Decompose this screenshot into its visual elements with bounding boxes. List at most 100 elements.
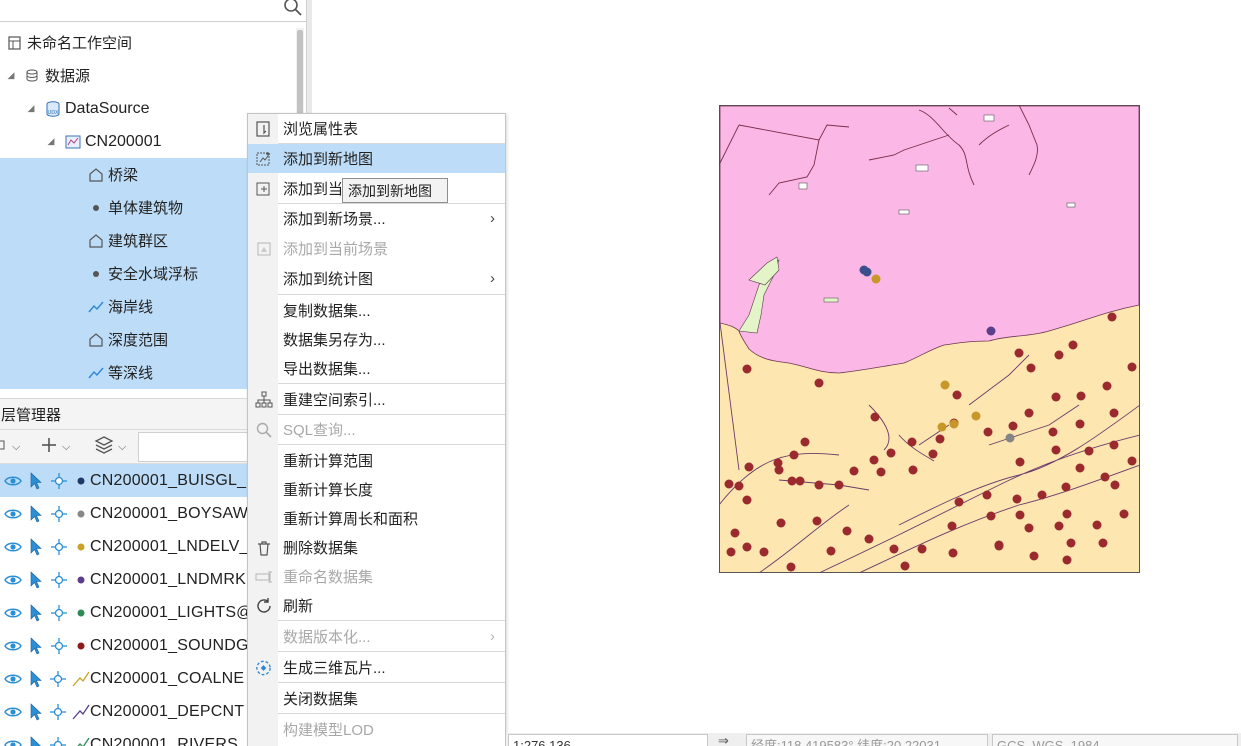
snap-target-icon[interactable] (50, 637, 68, 655)
sounding-point (982, 490, 992, 500)
chevron-right-icon: › (490, 270, 495, 287)
tree-node-dataset[interactable]: 等深线 (0, 356, 248, 389)
menu-item[interactable]: 添加到新场景... › (248, 204, 505, 233)
tree-node-dataset[interactable]: 安全水域浮标 (0, 257, 248, 290)
tree-node-dataset[interactable]: 单体建筑物 (0, 191, 248, 224)
trash-icon (254, 538, 273, 557)
sounding-point (776, 518, 786, 528)
menu-separator (278, 143, 505, 144)
tree-node-dataset[interactable]: 深度范围 (0, 323, 248, 356)
layer-row[interactable]: CN200001_BUISGL_P (0, 464, 248, 497)
menu-item-label: 复制数据集... (283, 303, 371, 320)
sounding-point (947, 521, 957, 531)
snap-target-icon[interactable] (50, 571, 68, 589)
eye-visibility-icon[interactable] (4, 670, 22, 688)
sounding-point (1066, 538, 1076, 548)
sounding-point (773, 458, 783, 468)
selectable-cursor-icon[interactable] (27, 504, 45, 523)
menu-item-label: 添加到新场景... (283, 211, 386, 228)
sounding-point (1012, 494, 1022, 504)
sounding-point (1068, 340, 1078, 350)
sounding-point (814, 480, 824, 490)
snap-target-icon[interactable] (50, 604, 68, 622)
layer-row[interactable]: CN200001_RIVERS_L (0, 728, 248, 746)
tree-node-workspace[interactable]: 未命名工作空间 (0, 26, 248, 59)
menu-item: 数据版本化... › (248, 622, 505, 651)
eye-visibility-icon[interactable] (4, 472, 22, 490)
menu-item[interactable]: 导出数据集... (248, 354, 505, 383)
layer-controls (0, 570, 90, 589)
menu-item[interactable]: 数据集另存为... (248, 325, 505, 354)
menu-item[interactable]: 重新计算范围 (248, 446, 505, 475)
sounding-point (986, 511, 996, 521)
tree-node-dataset[interactable]: 海岸线 (0, 290, 248, 323)
scale-input[interactable]: 1:276,136 (508, 734, 708, 746)
eye-visibility-icon[interactable] (4, 538, 22, 556)
eye-visibility-icon[interactable] (4, 637, 22, 655)
layer-row[interactable]: CN200001_LNDMRK (0, 563, 248, 596)
selectable-cursor-icon[interactable] (27, 669, 44, 688)
layer-group-button[interactable]: ⌵ (94, 434, 126, 460)
menu-item[interactable]: 重建空间索引... (248, 385, 505, 414)
selectable-cursor-icon[interactable] (27, 471, 45, 490)
add-layer-button[interactable]: ⌵ (40, 434, 70, 460)
sounding-point (759, 547, 769, 557)
sounding-point (1075, 463, 1085, 473)
layer-row[interactable]: CN200001_DEPCNT (0, 695, 248, 728)
tree-node-dataset[interactable]: 桥梁 (0, 158, 248, 191)
region-icon (87, 166, 105, 184)
menu-item[interactable]: 关闭数据集 (248, 684, 505, 713)
collapse-triangle-icon[interactable]: ◢ (26, 103, 36, 114)
selectable-cursor-icon[interactable] (27, 702, 44, 721)
menu-item[interactable]: 删除数据集 (248, 533, 505, 562)
menu-item[interactable]: 添加到统计图 › (248, 264, 505, 293)
menu-item-label: 浏览属性表 (283, 121, 359, 138)
map-canvas[interactable] (719, 105, 1140, 573)
tree-node-label: 深度范围 (108, 332, 169, 349)
snap-target-icon[interactable] (49, 670, 67, 688)
snap-target-icon[interactable] (50, 505, 68, 523)
eye-visibility-icon[interactable] (4, 505, 22, 523)
snap-target-icon[interactable] (49, 736, 67, 746)
eye-visibility-icon[interactable] (4, 736, 22, 746)
layer-symbol-icon (72, 736, 90, 746)
menu-item[interactable]: 生成三维瓦片... (248, 653, 505, 682)
layer-row[interactable]: CN200001_SOUNDG (0, 629, 248, 662)
layer-row[interactable]: CN200001_BOYSAW (0, 497, 248, 530)
tree-node-datasources[interactable]: ◢ 数据源 (0, 59, 248, 92)
layer-row[interactable]: CN200001_LIGHTS@ (0, 596, 248, 629)
menu-item: 重命名数据集 (248, 562, 505, 591)
collapse-triangle-icon[interactable]: ◢ (6, 70, 16, 81)
layer-style-dropdown[interactable]: ⌵ (0, 434, 20, 460)
add-new-map-icon (254, 149, 273, 168)
tree-node-dataset[interactable]: 建筑群区 (0, 224, 248, 257)
selectable-cursor-icon[interactable] (27, 537, 45, 556)
eye-visibility-icon[interactable] (4, 571, 22, 589)
menu-item[interactable]: 添加到新地图 (248, 144, 505, 173)
menu-item[interactable]: 重新计算周长和面积 (248, 504, 505, 533)
snap-target-icon[interactable] (50, 472, 68, 490)
sounding-point (1127, 362, 1137, 372)
add-current-scene-icon (254, 239, 273, 258)
landmark-point (986, 326, 996, 336)
sounding-point (842, 526, 852, 536)
collapse-triangle-icon[interactable]: ◢ (46, 136, 56, 147)
menu-item[interactable]: 重新计算长度 (248, 475, 505, 504)
eye-visibility-icon[interactable] (4, 703, 22, 721)
tree-node-cn200001[interactable]: ◢ CN200001 (0, 125, 248, 158)
search-icon[interactable] (282, 0, 304, 18)
menu-item[interactable]: 刷新 (248, 591, 505, 620)
menu-item[interactable]: 复制数据集... (248, 296, 505, 325)
selectable-cursor-icon[interactable] (27, 603, 45, 622)
selectable-cursor-icon[interactable] (27, 636, 45, 655)
selectable-cursor-icon[interactable] (27, 570, 45, 589)
workspace-search-bar[interactable] (0, 0, 306, 22)
layer-row[interactable]: CN200001_COALNE (0, 662, 248, 695)
selectable-cursor-icon[interactable] (27, 735, 44, 746)
snap-target-icon[interactable] (50, 538, 68, 556)
tree-node-datasource[interactable]: ◢ UDX DataSource (0, 92, 248, 125)
snap-target-icon[interactable] (49, 703, 67, 721)
menu-item[interactable]: 浏览属性表 (248, 114, 505, 143)
eye-visibility-icon[interactable] (4, 604, 22, 622)
layer-row[interactable]: CN200001_LNDELV_ (0, 530, 248, 563)
